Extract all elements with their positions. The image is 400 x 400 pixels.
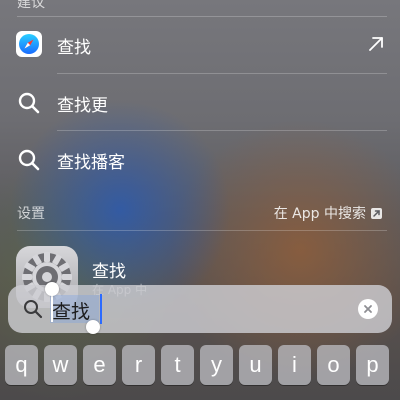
suggestions-header: 建议 — [17, 0, 45, 11]
text-cursor — [100, 294, 102, 324]
open-in-app-icon — [371, 207, 382, 219]
keyboard: q w e r t y u i o p — [0, 338, 400, 400]
selection-handle-start-line — [51, 292, 53, 322]
section-title: 设置 — [17, 206, 45, 222]
search-bar[interactable]: 查找 — [8, 285, 392, 333]
key-p[interactable]: p — [356, 345, 389, 385]
key-o[interactable]: o — [317, 345, 350, 385]
key-y[interactable]: y — [200, 345, 233, 385]
key-t[interactable]: t — [161, 345, 194, 385]
key-q[interactable]: q — [5, 345, 38, 385]
search-icon — [22, 298, 44, 324]
search-in-app-label: 在 App 中搜索 — [273, 206, 366, 222]
divider — [57, 73, 387, 74]
key-e[interactable]: e — [83, 345, 116, 385]
key-u[interactable]: u — [239, 345, 272, 385]
key-i[interactable]: i — [278, 345, 311, 385]
selection-handle-start[interactable] — [45, 282, 59, 296]
selection-handle-end[interactable] — [86, 320, 100, 334]
divider — [17, 230, 387, 231]
divider — [17, 16, 387, 17]
suggestion-label: 查找 — [57, 38, 91, 58]
suggestion-item-find-podcasts[interactable]: 查找播客 — [0, 137, 400, 181]
divider — [57, 130, 387, 131]
arrow-up-right-icon — [368, 36, 384, 52]
search-icon — [16, 90, 42, 116]
suggestion-item-find-more[interactable]: 查找更 — [0, 80, 400, 124]
settings-result-title: 查找 — [92, 262, 126, 282]
suggestion-label: 查找播客 — [57, 153, 125, 173]
safari-icon — [16, 31, 42, 57]
clear-icon[interactable] — [358, 299, 378, 319]
search-in-app-link[interactable]: 在 App 中搜索 — [274, 203, 382, 223]
suggestion-label: 查找更 — [57, 96, 108, 116]
search-input[interactable]: 查找 — [52, 297, 90, 324]
suggestion-item-find[interactable]: 查找 — [0, 22, 400, 66]
key-r[interactable]: r — [122, 345, 155, 385]
search-icon — [16, 147, 42, 173]
key-w[interactable]: w — [44, 345, 77, 385]
